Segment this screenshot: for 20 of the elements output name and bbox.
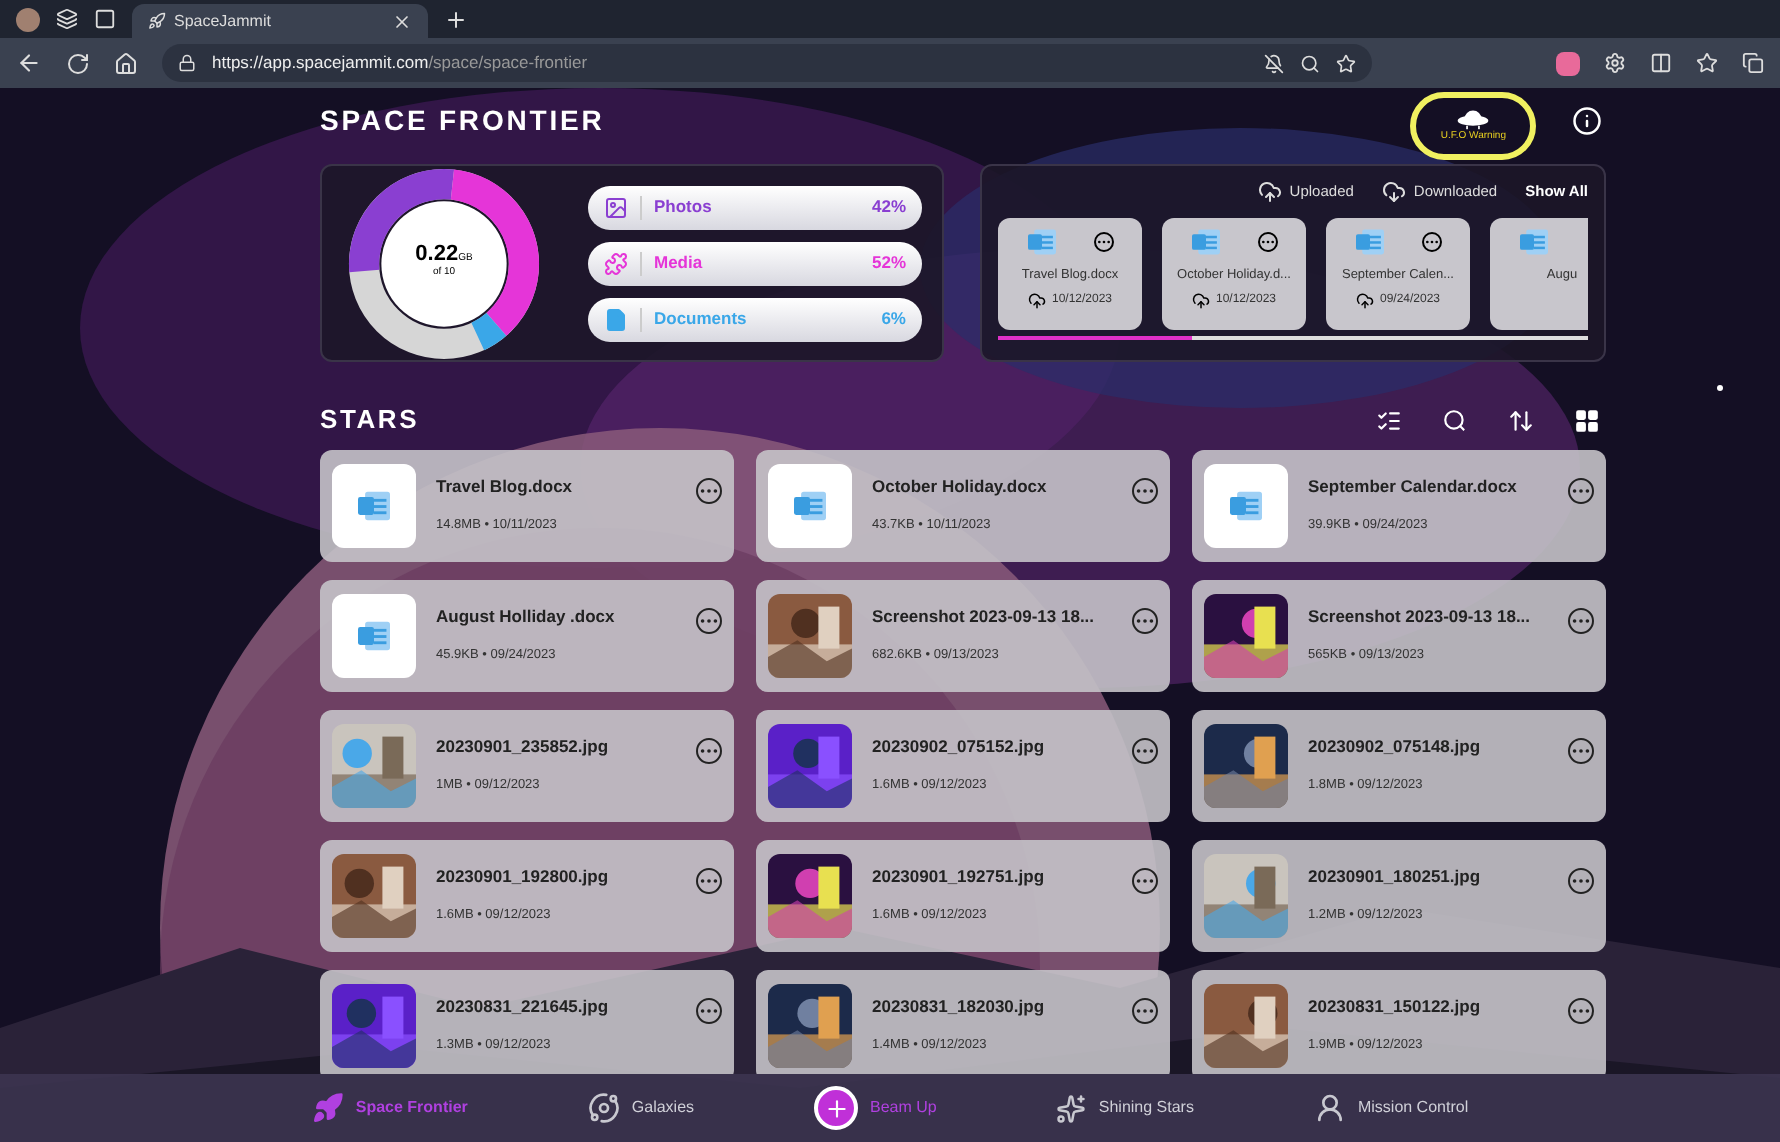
extension-icon[interactable] [1556,51,1580,75]
tab-actions-icon[interactable] [94,8,116,30]
workspaces-icon[interactable] [56,8,78,30]
new-tab-icon[interactable] [444,7,468,31]
collections-icon[interactable] [1742,52,1764,74]
refresh-icon[interactable] [66,51,90,75]
rocket-icon [148,12,166,30]
search-icon[interactable] [1300,53,1320,73]
profile-icon[interactable] [16,7,40,31]
favorite-icon[interactable] [1336,53,1356,73]
bell-off-icon[interactable] [1264,53,1284,73]
back-icon[interactable] [16,50,42,76]
favorites-icon[interactable] [1696,52,1718,74]
split-view-icon[interactable] [1650,52,1672,74]
browser-tab[interactable]: SpaceJammit [132,4,428,38]
close-icon[interactable] [392,11,412,31]
lock-icon [178,54,196,72]
settings-icon[interactable] [1604,52,1626,74]
home-icon[interactable] [114,51,138,75]
address-bar[interactable]: https://app.spacejammit.com/space/space-frontier [162,44,1372,82]
